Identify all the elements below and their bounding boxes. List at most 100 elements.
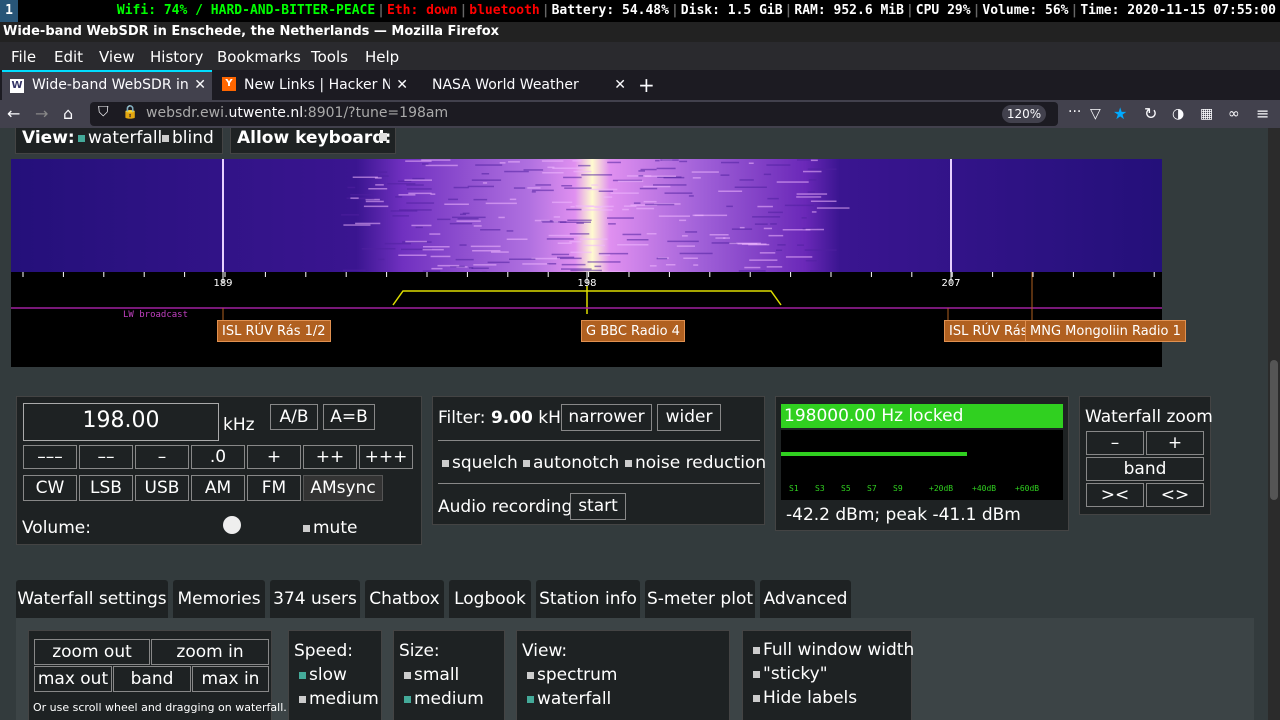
mode-cw-button[interactable]: CW — [23, 475, 77, 501]
mode-fm-button[interactable]: FM — [247, 475, 301, 501]
menu-bookmarks[interactable]: Bookmarks — [217, 48, 301, 66]
speed-slow-option[interactable]: slow — [299, 665, 347, 685]
home-icon[interactable]: ⌂ — [63, 104, 73, 124]
tab-hacker-news[interactable]: Y New Links | Hacker News ✕ — [214, 70, 414, 100]
ab-button[interactable]: A/B — [270, 404, 318, 430]
keyboard-panel: Allow keyboard: — [230, 128, 396, 154]
speed-medium-option[interactable]: medium — [299, 689, 379, 709]
max-in-button[interactable]: max in — [192, 666, 269, 692]
more-dots-icon[interactable]: ··· — [1068, 104, 1081, 120]
reload-icon[interactable]: ↻ — [1144, 104, 1157, 124]
close-tab-icon[interactable]: ✕ — [194, 72, 206, 98]
zoom-in-button[interactable]: zoom in — [151, 639, 269, 665]
wider-button[interactable]: wider — [657, 404, 721, 431]
tab-label: NASA World Weather — [432, 77, 579, 93]
mask-icon[interactable]: ∞ — [1228, 104, 1240, 124]
speed-label: Speed: — [294, 641, 354, 661]
url-text[interactable]: websdr.ewi.utwente.nl:8901/?tune=198am — [146, 105, 448, 121]
menu-file[interactable]: File — [11, 48, 36, 66]
tab-users[interactable]: 374 users — [270, 580, 360, 618]
extension-icon[interactable]: ◑ — [1172, 104, 1184, 124]
step-up-3-button[interactable]: +++ — [359, 445, 413, 469]
band-label: LW broadcast — [123, 310, 188, 320]
hamburger-menu-icon[interactable]: ≡ — [1256, 104, 1269, 124]
workspace-indicator[interactable]: 1 — [0, 0, 18, 22]
band-button[interactable]: band — [113, 666, 191, 692]
url-bar[interactable]: ⛉ 🔒 websdr.ewi.utwente.nl:8901/?tune=198… — [90, 102, 1081, 126]
narrower-button[interactable]: narrower — [561, 404, 652, 431]
wf-zoom-in-button[interactable]: >< — [1086, 483, 1144, 507]
wf-zoom-plus-button[interactable]: + — [1146, 431, 1204, 455]
status-items: Wifi: 74% / HARD-AND-BITTER-PEACE | Eth: d… — [116, 3, 1276, 18]
bookmark-star-icon[interactable]: ★ — [1113, 104, 1127, 124]
view-waterfall-option[interactable]: waterfall — [78, 128, 162, 148]
wf-zoom-minus-button[interactable]: – — [1086, 431, 1144, 455]
tab-websdr[interactable]: W Wide-band WebSDR in Enschede ✕ — [2, 70, 212, 100]
tick-label-189: 189 — [213, 278, 232, 289]
station-label-mongolia[interactable]: MNG Mongoliin Radio 1 — [1025, 320, 1186, 342]
close-tab-icon[interactable]: ✕ — [614, 70, 626, 100]
grid-icon[interactable]: ▦ — [1200, 104, 1213, 124]
volume-slider-knob[interactable] — [223, 516, 242, 534]
wf-zoom-out-button[interactable]: <> — [1146, 483, 1204, 507]
pocket-icon[interactable]: ▽ — [1090, 104, 1101, 124]
station-label-bbc4[interactable]: G BBC Radio 4 — [581, 320, 685, 342]
record-start-button[interactable]: start — [570, 493, 626, 520]
zoom-level[interactable]: 120% — [1002, 105, 1046, 123]
menu-help[interactable]: Help — [365, 48, 399, 66]
zoom-out-button[interactable]: zoom out — [34, 639, 150, 665]
step-up-1-button[interactable]: + — [247, 445, 301, 469]
hide-labels-checkbox[interactable]: Hide labels — [753, 688, 857, 708]
view-waterfall-setting-option[interactable]: waterfall — [527, 689, 611, 709]
menu-history[interactable]: History — [150, 48, 203, 66]
tab-logbook[interactable]: Logbook — [449, 580, 531, 618]
step-up-2-button[interactable]: ++ — [303, 445, 357, 469]
tab-s-meter-plot[interactable]: S-meter plot — [645, 580, 755, 618]
tab-station-info[interactable]: Station info — [536, 580, 640, 618]
tab-chatbox[interactable]: Chatbox — [365, 580, 444, 618]
wf-band-button[interactable]: band — [1086, 457, 1204, 481]
tab-nasa-weather[interactable]: NASA World Weather ✕ — [418, 70, 632, 100]
menu-edit[interactable]: Edit — [54, 48, 83, 66]
max-out-button[interactable]: max out — [34, 666, 112, 692]
a-equals-b-button[interactable]: A=B — [323, 404, 375, 430]
new-tab-plus-icon[interactable]: + — [638, 70, 660, 100]
size-medium-option[interactable]: medium — [404, 689, 484, 709]
tab-advanced[interactable]: Advanced — [760, 580, 851, 618]
frequency-input[interactable]: 198.00 — [23, 403, 219, 441]
mode-usb-button[interactable]: USB — [135, 475, 189, 501]
tab-waterfall-settings[interactable]: Waterfall settings — [16, 580, 168, 618]
step-down-3-button[interactable]: ––– — [23, 445, 77, 469]
step-down-2-button[interactable]: –– — [79, 445, 133, 469]
view-blind-option[interactable]: blind — [162, 128, 214, 148]
shield-icon[interactable]: ⛉ — [98, 104, 109, 120]
full-width-checkbox[interactable]: Full window width — [753, 640, 914, 660]
back-arrow-icon[interactable]: ← — [7, 104, 20, 124]
sticky-checkbox[interactable]: "sticky" — [753, 664, 828, 684]
size-small-option[interactable]: small — [404, 665, 459, 685]
mode-am-button[interactable]: AM — [191, 475, 245, 501]
squelch-checkbox[interactable]: squelch — [442, 453, 518, 473]
close-tab-icon[interactable]: ✕ — [396, 70, 408, 100]
s-meter-reading: -42.2 dBm; peak -41.1 dBm — [786, 505, 1021, 525]
volume-slider[interactable] — [117, 516, 297, 534]
mute-checkbox[interactable]: mute — [303, 518, 357, 538]
waterfall-display[interactable] — [11, 159, 1162, 272]
menu-view[interactable]: View — [99, 48, 135, 66]
step-down-1-button[interactable]: – — [135, 445, 189, 469]
noise-reduction-checkbox[interactable]: noise reduction — [625, 453, 766, 473]
menu-tools[interactable]: Tools — [311, 48, 348, 66]
view-spectrum-option[interactable]: spectrum — [527, 665, 617, 685]
station-label-ruv1[interactable]: ISL RÚV Rás 1/2 — [217, 320, 331, 342]
insecure-lock-icon[interactable]: 🔒 — [122, 105, 138, 120]
page-scrollbar-thumb[interactable] — [1270, 360, 1278, 500]
mode-lsb-button[interactable]: LSB — [79, 475, 133, 501]
forward-arrow-icon[interactable]: → — [35, 104, 48, 124]
keyboard-checkbox[interactable] — [379, 133, 387, 141]
navigation-bar: ← → ⌂ ⛉ 🔒 websdr.ewi.utwente.nl:8901/?tu… — [0, 100, 1280, 128]
station-label-ruv2[interactable]: ISL RÚV Rás — [944, 320, 1026, 342]
round-button[interactable]: .0 — [191, 445, 245, 469]
mode-amsync-button[interactable]: AMsync — [303, 475, 383, 501]
tab-memories[interactable]: Memories — [173, 580, 265, 618]
autonotch-checkbox[interactable]: autonotch — [523, 453, 619, 473]
